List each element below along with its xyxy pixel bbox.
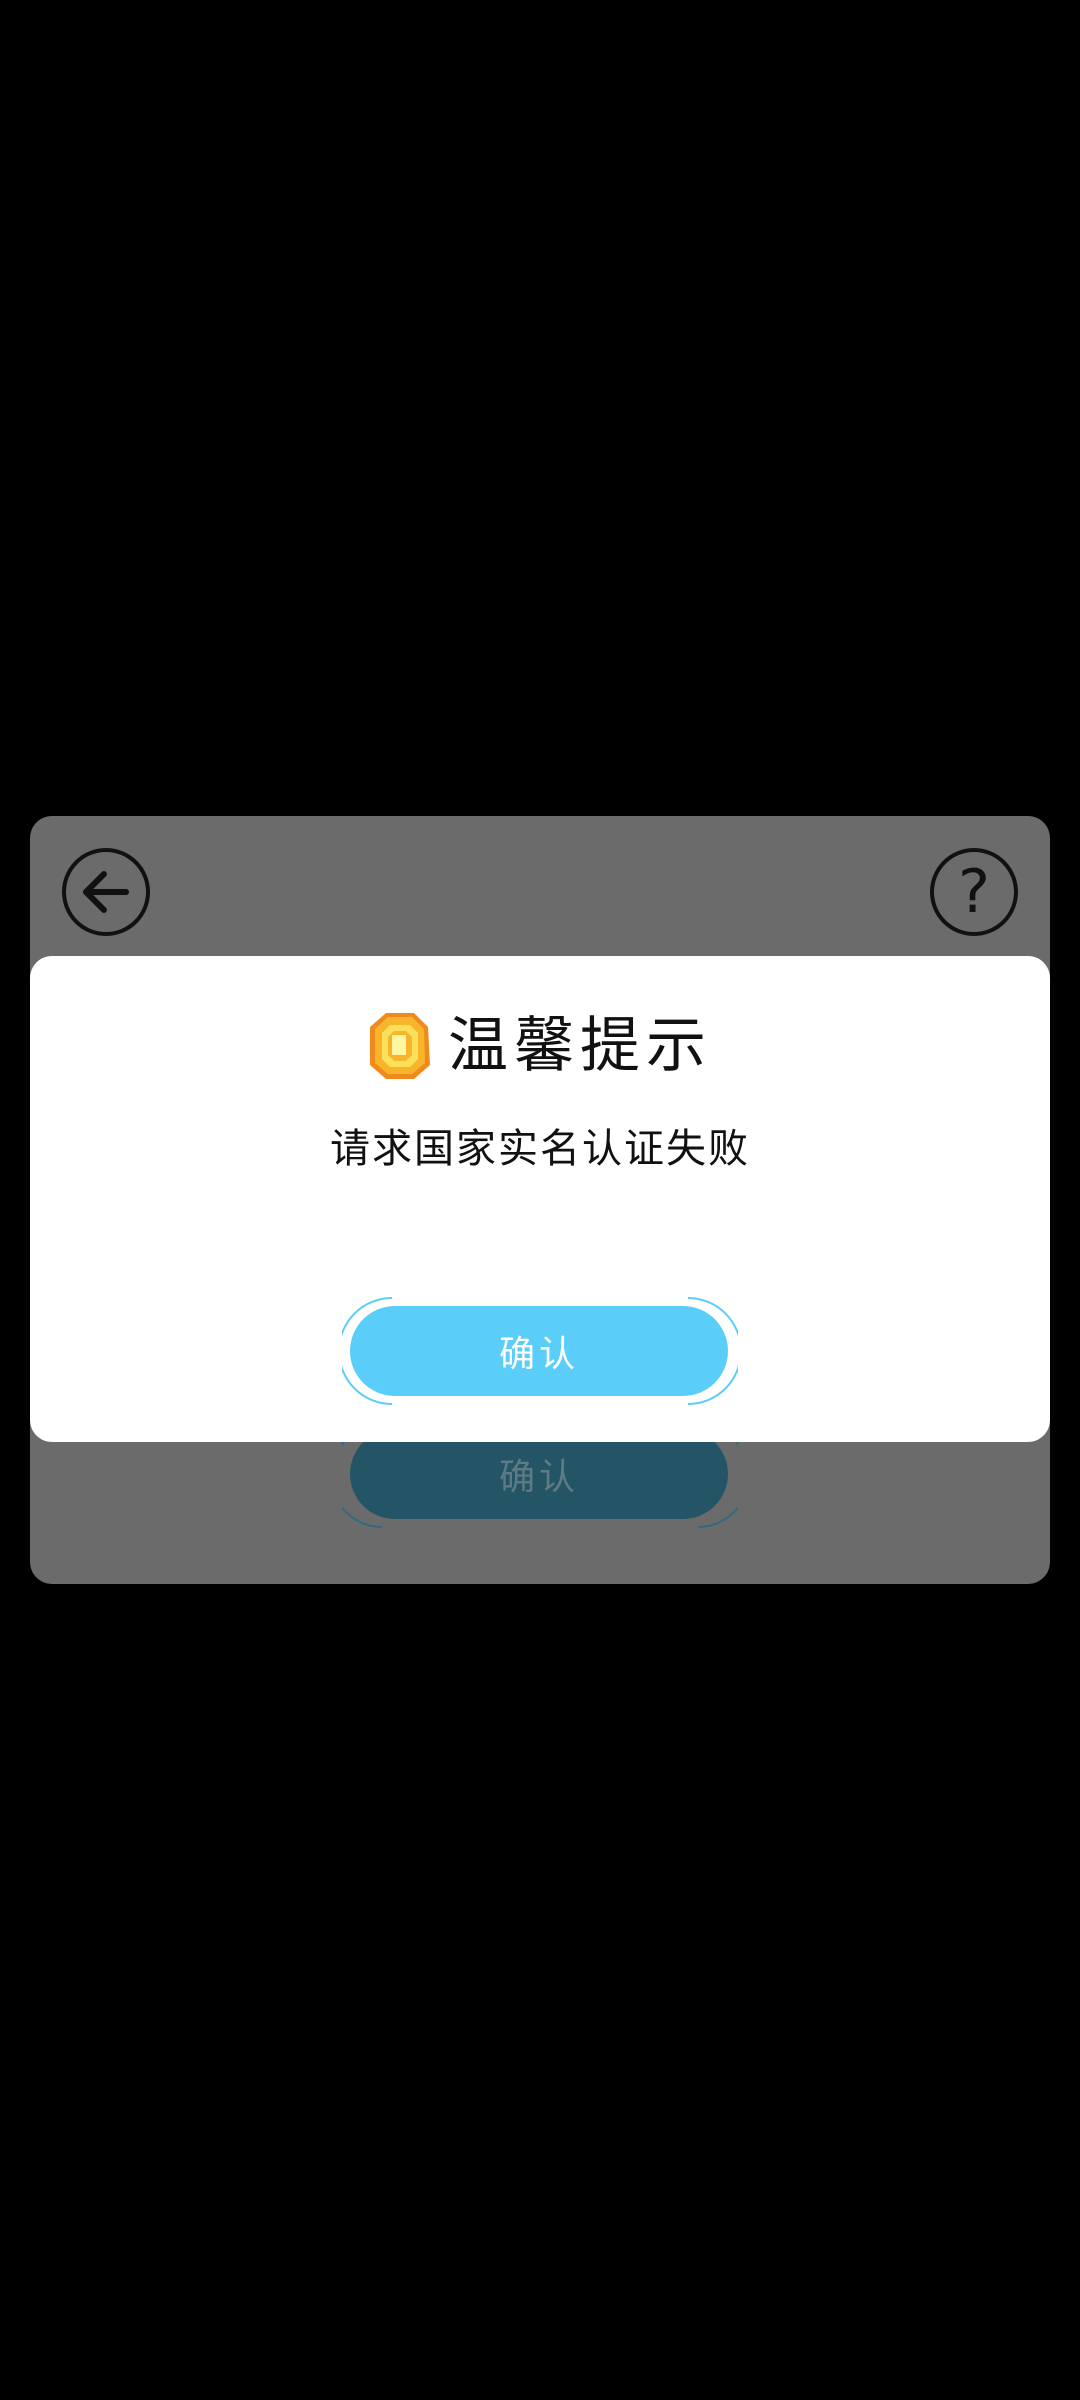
back-button[interactable]: [62, 848, 150, 936]
screen: ? 确认 温馨提示 请求国家实名认证失败 确认: [0, 0, 1080, 2400]
coin-icon: [370, 1013, 430, 1079]
background-confirm-button: 确认: [350, 1429, 728, 1519]
dialog-header: 温馨提示: [30, 1006, 1050, 1086]
question-mark-icon: ?: [958, 857, 990, 927]
confirm-button-wrapper: 确认: [342, 1296, 738, 1406]
dialog-message: 请求国家实名认证失败: [330, 1126, 750, 1172]
confirm-button[interactable]: 确认: [350, 1306, 728, 1396]
alert-dialog: 温馨提示 请求国家实名认证失败 确认: [30, 956, 1050, 1442]
dialog-title: 温馨提示: [448, 1011, 712, 1081]
help-button[interactable]: ?: [930, 848, 1018, 936]
arrow-left-icon: [83, 871, 129, 913]
